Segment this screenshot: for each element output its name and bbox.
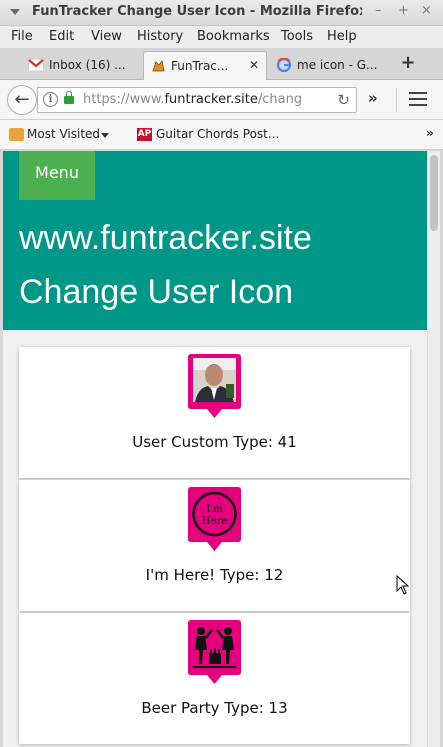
tab-strip: Inbox (16) ... FunTrac... ✕ me icon - G.…: [0, 48, 443, 80]
maximize-icon[interactable]: +: [398, 3, 409, 18]
site-title: www.funtracker.site: [19, 219, 312, 257]
icon-label: Beer Party Type: 13: [141, 699, 288, 717]
svg-text:I'm: I'm: [206, 504, 223, 515]
info-icon[interactable]: i: [43, 92, 58, 107]
window-menu-icon[interactable]: [10, 9, 20, 15]
overflow-chevron-icon[interactable]: »: [368, 89, 378, 107]
divider: [396, 88, 397, 112]
page-viewport: Menu www.funtracker.site Change User Ico…: [3, 151, 427, 747]
url-bar[interactable]: i https://www.funtracker.site/chang ↻: [37, 87, 357, 113]
im-here-pin-icon: I'm Here: [188, 487, 241, 551]
gmail-icon: [28, 58, 44, 72]
bookmarks-bar: Most Visited AP Guitar Chords Post... »: [0, 120, 443, 150]
minimize-icon[interactable]: –: [375, 3, 382, 18]
icon-label: User Custom Type: 41: [132, 433, 297, 451]
tab-inbox[interactable]: Inbox (16) ...: [22, 51, 140, 80]
menu-edit[interactable]: Edit: [49, 29, 74, 44]
page-title: Change User Icon: [19, 273, 294, 311]
tab-funtracker[interactable]: FunTrac... ✕: [143, 51, 267, 80]
chevron-down-icon[interactable]: [101, 133, 109, 138]
bookmark-most-visited[interactable]: Most Visited: [27, 127, 100, 141]
back-button[interactable]: ←: [7, 85, 37, 115]
folder-icon: [9, 128, 24, 141]
tab-label: FunTrac...: [171, 59, 229, 73]
reload-icon[interactable]: ↻: [337, 91, 350, 109]
funtracker-icon: [152, 60, 165, 72]
lock-icon[interactable]: [64, 91, 74, 104]
svg-text:Here: Here: [202, 516, 227, 527]
new-tab-button[interactable]: +: [394, 52, 422, 76]
navigation-bar: i https://www.funtracker.site/chang ↻ ← …: [0, 80, 443, 120]
bookmark-guitar-chords[interactable]: Guitar Chords Post...: [156, 127, 279, 141]
page-scrollbar[interactable]: [427, 151, 440, 747]
beer-party-pin-icon: [188, 620, 241, 684]
tab-label: Inbox (16) ...: [49, 58, 126, 72]
ap-icon: AP: [137, 128, 152, 141]
close-tab-icon[interactable]: ✕: [249, 58, 259, 72]
menu-bar: File Edit View History Bookmarks Tools H…: [0, 26, 443, 48]
menu-history[interactable]: History: [137, 29, 183, 44]
site-header: Menu www.funtracker.site Change User Ico…: [3, 151, 427, 330]
close-icon[interactable]: ×: [421, 3, 432, 18]
menu-tools[interactable]: Tools: [281, 29, 313, 44]
user-photo-pin-icon: [188, 354, 241, 418]
google-icon: [276, 58, 292, 72]
menu-view[interactable]: View: [91, 29, 122, 44]
tab-label: me icon - G...: [297, 58, 378, 72]
window-title-bar: FunTracker Change User Icon - Mozilla Fi…: [0, 0, 443, 26]
menu-button[interactable]: Menu: [19, 151, 95, 200]
menu-bookmarks[interactable]: Bookmarks: [197, 29, 270, 44]
url-text[interactable]: https://www.funtracker.site/chang: [83, 92, 323, 107]
tab-google[interactable]: me icon - G...: [270, 51, 388, 80]
icon-card-im-here[interactable]: I'm Here I'm Here! Type: 12: [19, 480, 410, 611]
bookmarks-overflow-icon[interactable]: »: [426, 126, 434, 140]
hamburger-menu-icon[interactable]: [409, 92, 427, 106]
icon-label: I'm Here! Type: 12: [145, 566, 284, 584]
menu-file[interactable]: File: [11, 29, 33, 44]
menu-help[interactable]: Help: [327, 29, 357, 44]
icon-card-beer-party[interactable]: Beer Party Type: 13: [19, 613, 410, 744]
scrollbar-thumb[interactable]: [430, 155, 438, 231]
icon-card-user-custom[interactable]: User Custom Type: 41: [19, 347, 410, 478]
window-title: FunTracker Change User Icon - Mozilla Fi…: [32, 4, 362, 19]
mouse-cursor-icon: [396, 575, 410, 595]
